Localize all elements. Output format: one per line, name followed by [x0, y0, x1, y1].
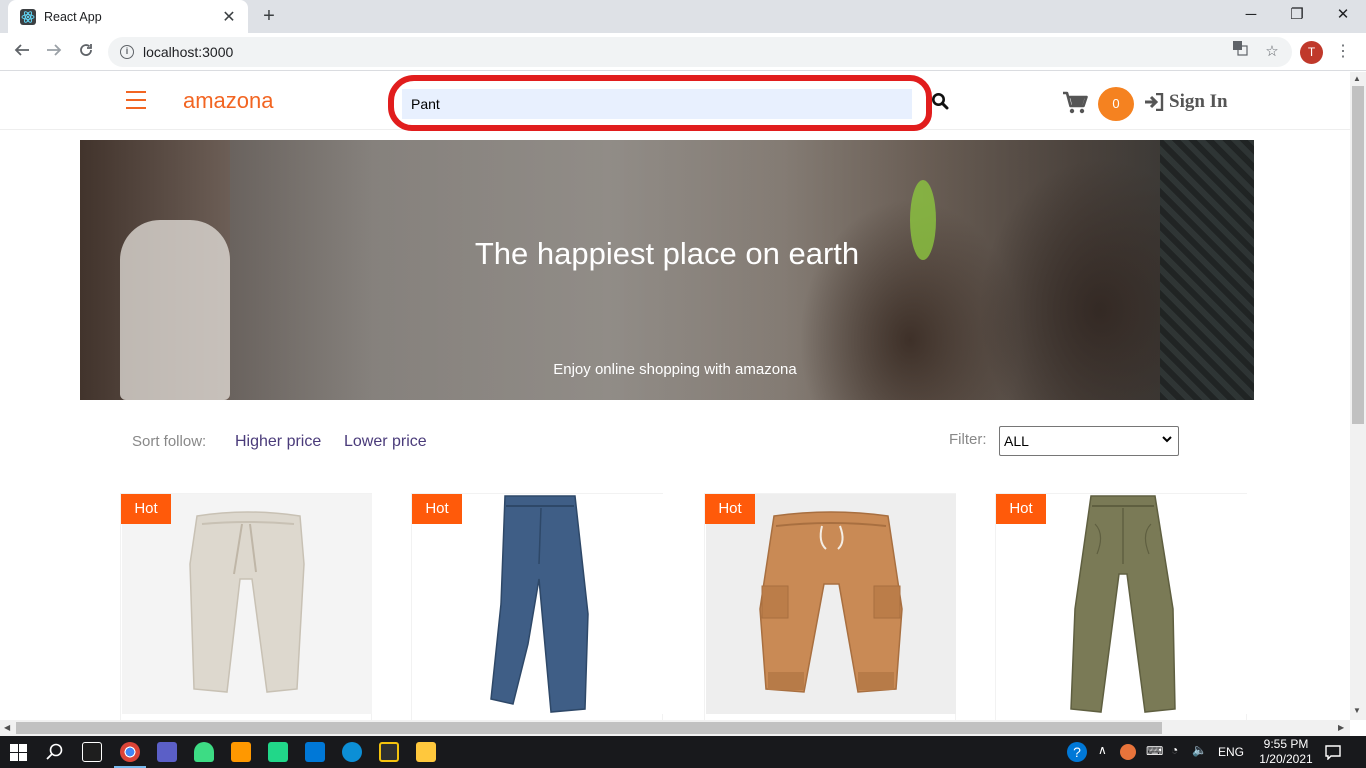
search-icon [932, 93, 949, 110]
hero-banner: The happiest place on earth Enjoy online… [80, 140, 1254, 400]
react-logo-icon [20, 8, 36, 25]
bookmark-star-icon[interactable]: ☆ [1260, 37, 1284, 67]
search-input[interactable] [402, 89, 912, 119]
edge-icon[interactable] [342, 742, 362, 762]
product-card[interactable]: Hot [704, 493, 956, 720]
wifi-icon[interactable]: ◔ [1171, 743, 1178, 757]
teams-icon[interactable] [157, 742, 177, 762]
windows-taskbar: ? ∧ ⌨ ◔ 🔈 ENG 9:55 PM 1/20/2021 [0, 736, 1366, 768]
site-info-icon[interactable]: i [120, 45, 134, 59]
sort-lower-price-link[interactable]: Lower price [344, 433, 427, 451]
profile-avatar[interactable]: T [1300, 41, 1323, 64]
tray-expand-icon[interactable]: ∧ [1098, 743, 1107, 757]
vertical-scroll-thumb[interactable] [1352, 86, 1364, 424]
hot-badge: Hot [996, 494, 1046, 524]
olive-pants-image[interactable] [997, 494, 1247, 714]
arrow-right-icon [47, 44, 62, 56]
tab-title: React App [44, 9, 102, 24]
product-card[interactable]: Hot [411, 493, 663, 720]
scroll-left-icon[interactable]: ◀ [4, 723, 10, 732]
horizontal-scrollbar[interactable]: ◀ ▶ [0, 720, 1350, 736]
filter-label: Filter: [949, 431, 987, 448]
notifications-icon[interactable] [1325, 744, 1341, 765]
product-card[interactable]: Hot [995, 493, 1247, 720]
reload-button[interactable] [73, 39, 99, 65]
android-studio-icon[interactable] [194, 742, 214, 762]
page-viewport: amazona 0 Sign In The happiest place on … [0, 72, 1350, 720]
sublime-text-icon[interactable] [231, 742, 251, 762]
browser-menu-icon[interactable]: ⋮ [1333, 40, 1353, 66]
reload-icon [80, 44, 92, 56]
help-icon[interactable]: ? [1067, 742, 1087, 762]
scroll-down-icon[interactable]: ▼ [1353, 706, 1361, 715]
file-explorer-icon[interactable] [416, 742, 436, 762]
pycharm-icon[interactable] [268, 742, 288, 762]
close-window-button[interactable]: ✕ [1320, 0, 1366, 33]
tab-close-icon[interactable]: ✕ [220, 7, 238, 27]
cart-count-badge[interactable]: 0 [1098, 87, 1134, 121]
language-indicator[interactable]: ENG [1218, 745, 1244, 759]
back-button[interactable] [9, 39, 35, 65]
hot-badge: Hot [705, 494, 755, 524]
restore-button[interactable]: ❐ [1274, 0, 1320, 33]
browser-toolbar: i localhost:3000 ☆ [0, 33, 1366, 71]
translate-icon[interactable] [1228, 37, 1252, 67]
clock-time[interactable]: 9:55 PM [1258, 737, 1314, 751]
hot-badge: Hot [412, 494, 462, 524]
tan-cargo-pants-image[interactable] [706, 494, 956, 714]
vertical-scrollbar[interactable]: ▲ ▼ [1350, 72, 1366, 720]
taskbar-search-icon[interactable] [46, 743, 64, 766]
forward-button[interactable] [41, 39, 67, 65]
filter-selected-value: ALL [1004, 433, 1029, 449]
sourcetree-icon[interactable] [379, 742, 399, 762]
volume-icon[interactable]: 🔈 [1192, 743, 1207, 757]
beige-pants-image[interactable] [122, 494, 372, 714]
windows-start-icon[interactable] [10, 744, 27, 766]
search-button[interactable] [931, 92, 951, 114]
hero-subtitle: Enjoy online shopping with amazona [553, 361, 797, 378]
address-url: localhost:3000 [143, 44, 234, 60]
minimize-button[interactable]: ─ [1228, 0, 1274, 33]
scroll-up-icon[interactable]: ▲ [1353, 74, 1361, 83]
sign-in-label: Sign In [1169, 91, 1228, 112]
cart-icon[interactable] [1062, 91, 1088, 115]
new-tab-button[interactable]: + [258, 6, 280, 28]
hero-title: The happiest place on earth [474, 236, 860, 271]
sort-higher-price-link[interactable]: Higher price [235, 433, 321, 451]
horizontal-scroll-thumb[interactable] [16, 722, 1162, 734]
address-bar[interactable]: i localhost:3000 [108, 37, 1292, 67]
blue-pants-image[interactable] [413, 494, 663, 714]
chevron-down-icon [1162, 436, 1172, 443]
browser-tabstrip: React App ✕ + ─ ❐ ✕ [0, 0, 1366, 33]
brand-logo[interactable]: amazona [183, 88, 274, 114]
sort-label: Sort follow: [132, 433, 207, 450]
app-header: amazona 0 Sign In [0, 72, 1350, 131]
hot-badge: Hot [121, 494, 171, 524]
intellij-icon[interactable] [82, 742, 102, 762]
sign-in-link[interactable]: Sign In [1144, 91, 1228, 113]
scroll-right-icon[interactable]: ▶ [1338, 723, 1344, 732]
product-card[interactable]: Hot [120, 493, 372, 720]
vscode-icon[interactable] [305, 742, 325, 762]
tray-app-icon[interactable] [1120, 744, 1136, 760]
filter-select[interactable]: ALL [999, 426, 1179, 456]
browser-tab[interactable]: React App ✕ [8, 0, 248, 33]
input-method-icon[interactable]: ⌨ [1146, 744, 1163, 758]
sign-in-icon [1145, 93, 1164, 111]
arrow-left-icon [14, 44, 29, 56]
hamburger-menu-icon[interactable] [126, 91, 146, 109]
chrome-icon[interactable] [120, 742, 140, 762]
clock-date[interactable]: 1/20/2021 [1254, 752, 1318, 766]
search-box [402, 89, 912, 119]
